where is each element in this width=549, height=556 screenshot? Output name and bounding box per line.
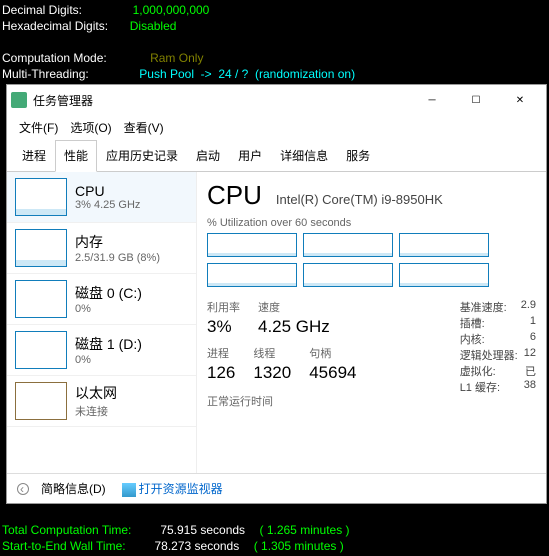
minimize-button[interactable]: ─ bbox=[410, 85, 454, 115]
sidebar-label: 磁盘 1 (D:) bbox=[75, 334, 142, 354]
sidebar-sub: 0% bbox=[75, 303, 142, 315]
stat-label: 线程 bbox=[253, 345, 291, 361]
core-chart bbox=[207, 233, 297, 257]
tab-startup[interactable]: 启动 bbox=[187, 140, 229, 171]
core-chart bbox=[399, 233, 489, 257]
tab-details[interactable]: 详细信息 bbox=[271, 140, 337, 171]
disk-thumb-icon bbox=[15, 331, 67, 369]
menu-file[interactable]: 文件(F) bbox=[15, 117, 62, 138]
sidebar-item-ethernet[interactable]: 以太网 未连接 bbox=[7, 376, 196, 427]
disk-thumb-icon bbox=[15, 280, 67, 318]
detail-pane: CPU Intel(R) Core(TM) i9-8950HK % Utiliz… bbox=[197, 172, 546, 473]
stat-value: 1320 bbox=[253, 363, 291, 383]
core-chart bbox=[303, 263, 393, 287]
sidebar-label: 内存 bbox=[75, 232, 160, 252]
stat-label: 进程 bbox=[207, 345, 235, 361]
memory-thumb-icon bbox=[15, 229, 67, 267]
stat-label: 利用率 bbox=[207, 299, 240, 315]
stat-value: 3% bbox=[207, 317, 240, 337]
titlebar[interactable]: 任务管理器 ─ ☐ ✕ bbox=[7, 85, 546, 115]
tab-users[interactable]: 用户 bbox=[229, 140, 271, 171]
sidebar: CPU 3% 4.25 GHz 内存 2.5/31.9 GB (8%) 磁盘 0… bbox=[7, 172, 197, 473]
sidebar-label: CPU bbox=[75, 183, 140, 199]
app-icon bbox=[11, 92, 27, 108]
stat-value: 45694 bbox=[309, 363, 356, 383]
brief-info-link[interactable]: 简略信息(D) bbox=[41, 480, 106, 497]
menu-view[interactable]: 查看(V) bbox=[120, 117, 168, 138]
sidebar-label: 以太网 bbox=[75, 383, 117, 403]
task-manager-window: 任务管理器 ─ ☐ ✕ 文件(F) 选项(O) 查看(V) 进程 性能 应用历史… bbox=[6, 84, 547, 504]
sidebar-sub: 3% 4.25 GHz bbox=[75, 199, 140, 211]
stat-value: 126 bbox=[207, 363, 235, 383]
detail-title: CPU bbox=[207, 180, 262, 211]
chevron-down-icon[interactable] bbox=[17, 483, 29, 495]
sidebar-sub: 2.5/31.9 GB (8%) bbox=[75, 252, 160, 264]
sidebar-item-disk0[interactable]: 磁盘 0 (C:) 0% bbox=[7, 274, 196, 325]
cpu-thumb-icon bbox=[15, 178, 67, 216]
stat-label: 句柄 bbox=[309, 345, 356, 361]
sidebar-item-memory[interactable]: 内存 2.5/31.9 GB (8%) bbox=[7, 223, 196, 274]
tab-processes[interactable]: 进程 bbox=[13, 140, 55, 171]
menubar: 文件(F) 选项(O) 查看(V) bbox=[7, 115, 546, 140]
maximize-button[interactable]: ☐ bbox=[454, 85, 498, 115]
open-resmon-link[interactable]: 打开资源监视器 bbox=[139, 482, 223, 496]
footer: 简略信息(D) 打开资源监视器 bbox=[7, 473, 546, 503]
tab-row: 进程 性能 应用历史记录 启动 用户 详细信息 服务 bbox=[7, 140, 546, 172]
cpu-model: Intel(R) Core(TM) i9-8950HK bbox=[276, 192, 443, 207]
terminal-bottom: Total Computation Time: 75.915 seconds (… bbox=[0, 520, 549, 556]
sidebar-sub: 未连接 bbox=[75, 403, 117, 419]
core-chart bbox=[399, 263, 489, 287]
cpu-core-charts[interactable] bbox=[207, 233, 536, 287]
terminal-top: Decimal Digits: 1,000,000,000 Hexadecima… bbox=[0, 0, 549, 84]
tab-services[interactable]: 服务 bbox=[337, 140, 379, 171]
tab-performance[interactable]: 性能 bbox=[55, 140, 97, 172]
ethernet-thumb-icon bbox=[15, 382, 67, 420]
window-title: 任务管理器 bbox=[33, 92, 410, 109]
core-chart bbox=[207, 263, 297, 287]
monitor-icon bbox=[122, 483, 136, 497]
sidebar-sub: 0% bbox=[75, 354, 142, 366]
tab-app-history[interactable]: 应用历史记录 bbox=[97, 140, 187, 171]
stat-label: 速度 bbox=[258, 299, 330, 315]
uptime-label: 正常运行时间 bbox=[207, 393, 356, 409]
spec-list: 基准速度:2.9 插槽:1 内核:6 逻辑处理器:12 虚拟化:已 L1 缓存:… bbox=[460, 299, 536, 409]
core-chart bbox=[303, 233, 393, 257]
close-button[interactable]: ✕ bbox=[498, 85, 542, 115]
chart-label: % Utilization over 60 seconds bbox=[207, 217, 536, 229]
sidebar-item-cpu[interactable]: CPU 3% 4.25 GHz bbox=[7, 172, 196, 223]
stat-value: 4.25 GHz bbox=[258, 317, 330, 337]
menu-options[interactable]: 选项(O) bbox=[66, 117, 115, 138]
sidebar-item-disk1[interactable]: 磁盘 1 (D:) 0% bbox=[7, 325, 196, 376]
sidebar-label: 磁盘 0 (C:) bbox=[75, 283, 142, 303]
